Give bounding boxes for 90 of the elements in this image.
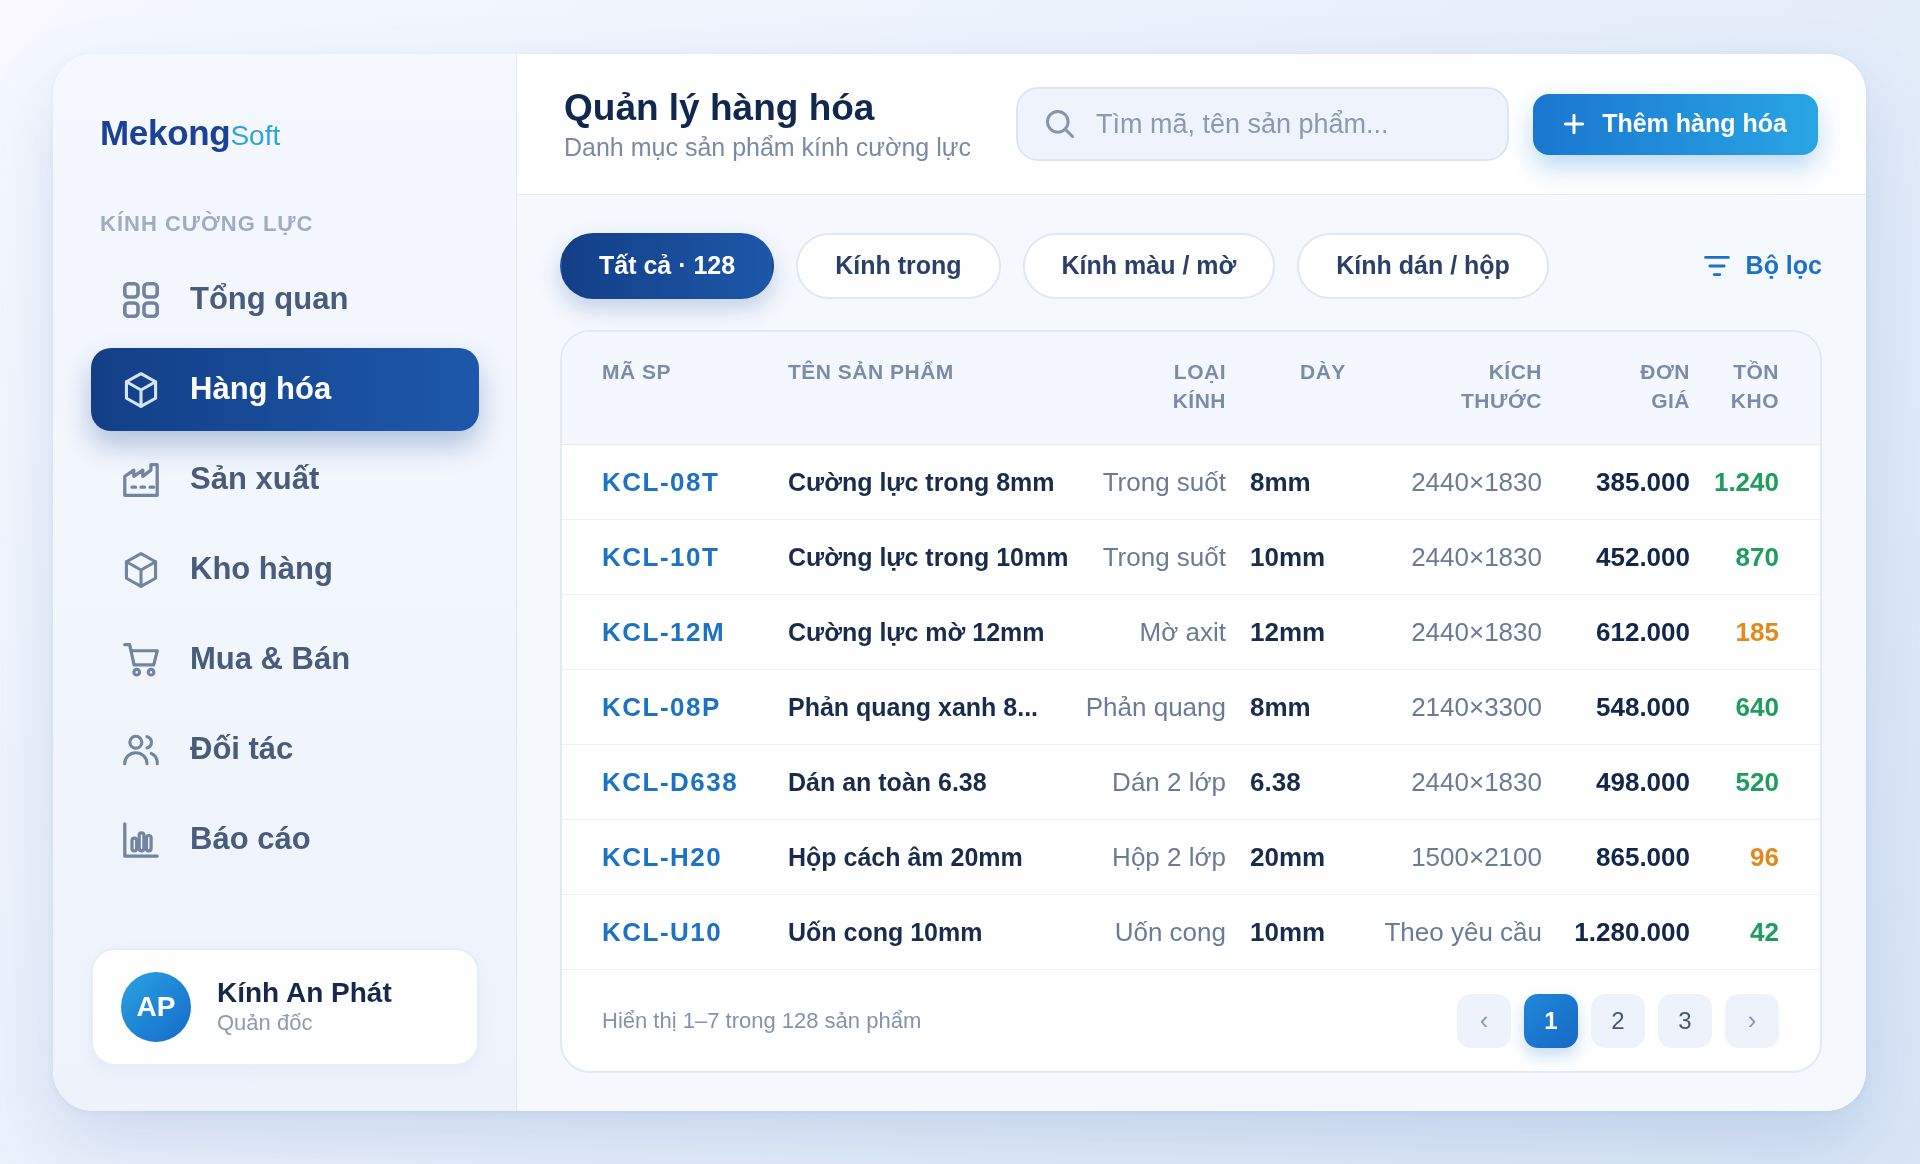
- page-title: Quản lý hàng hóa: [564, 86, 875, 129]
- nav-item[interactable]: Mua & Bán: [91, 618, 479, 701]
- column-header: MÃ SP: [602, 360, 671, 383]
- product-code-link[interactable]: KCL-D638: [602, 766, 739, 797]
- glass-type: Dán 2 lớp: [1112, 766, 1226, 797]
- glass-type: Hộp 2 lớp: [1112, 841, 1226, 872]
- nav-item[interactable]: Kho hàng: [91, 528, 479, 611]
- column-header: TÊN SẢN PHẨM: [788, 360, 954, 383]
- user-name: Kính An Phát: [217, 977, 392, 1009]
- category-tab[interactable]: Kính dán / hộp: [1297, 233, 1549, 299]
- size-value: 2440×1830: [1411, 541, 1542, 572]
- add-product-button[interactable]: Thêm hàng hóa: [1533, 93, 1818, 155]
- thickness-value: 8mm: [1250, 466, 1311, 497]
- plus-icon: [1564, 114, 1585, 134]
- column-header: DÀY: [1300, 359, 1346, 385]
- stock-value: 870: [1735, 541, 1779, 572]
- price-value: 452.000: [1596, 541, 1690, 572]
- column-header: KÍCH THƯỚC: [1461, 359, 1542, 414]
- nav-item[interactable]: Đối tác: [91, 708, 479, 791]
- product-code-link[interactable]: KCL-12M: [602, 616, 726, 647]
- price-value: 612.000: [1596, 616, 1690, 647]
- glass-type: Trong suốt: [1102, 541, 1226, 572]
- section-title: KÍNH CƯỜNG LỰC: [100, 211, 314, 237]
- thickness-value: 10mm: [1250, 916, 1326, 947]
- price-value: 385.000: [1596, 466, 1690, 497]
- size-value: 2440×1830: [1411, 466, 1542, 497]
- product-code-link[interactable]: KCL-U10: [602, 916, 723, 947]
- stock-value: 640: [1735, 691, 1779, 722]
- category-tab[interactable]: Kính màu / mờ: [1022, 233, 1276, 299]
- nav-item[interactable]: Sản xuất: [91, 438, 479, 521]
- pagination-summary: Hiển thị 1–7 trong 128 sản phẩm: [602, 1007, 922, 1035]
- product-code-link[interactable]: KCL-10T: [602, 541, 720, 572]
- factory-icon: [123, 461, 159, 498]
- product-name: Hộp cách âm 20mm: [788, 842, 1023, 871]
- cube-icon: [123, 551, 159, 588]
- stock-value: 1.240: [1713, 466, 1779, 497]
- product-name: Uốn cong 10mm: [788, 917, 983, 946]
- product-name: Dán an toàn 6.38: [788, 767, 987, 796]
- thickness-value: 10mm: [1250, 541, 1326, 572]
- grid-icon: [123, 281, 159, 318]
- product-name: Cường lực trong 10mm: [788, 542, 1069, 571]
- bar-chart-icon: [123, 821, 159, 858]
- glass-type: Phản quang: [1085, 691, 1226, 722]
- product-name: Cường lực trong 8mm: [788, 467, 1055, 496]
- glass-type: Trong suốt: [1102, 466, 1226, 497]
- thickness-value: 12mm: [1250, 616, 1326, 647]
- logo: MekongSoft: [100, 113, 281, 153]
- thickness-value: 20mm: [1250, 841, 1326, 872]
- size-value: 2140×3300: [1411, 691, 1542, 722]
- category-tab[interactable]: Kính trong: [796, 233, 1001, 299]
- stock-value: 42: [1750, 916, 1779, 947]
- product-code-link[interactable]: KCL-08P: [602, 691, 721, 722]
- page-button[interactable]: 2: [1591, 993, 1645, 1048]
- glass-type: Uốn cong: [1114, 916, 1226, 947]
- stock-value: 520: [1735, 766, 1779, 797]
- price-value: 1.280.000: [1574, 916, 1690, 947]
- stock-value: 185: [1735, 616, 1779, 647]
- size-value: 2440×1830: [1411, 766, 1542, 797]
- price-value: 865.000: [1596, 841, 1690, 872]
- page-subtitle: Danh mục sản phẩm kính cường lực: [564, 131, 971, 162]
- cube-icon: [123, 371, 159, 408]
- product-name: Phản quang xanh 8...: [788, 692, 1039, 721]
- column-header: TỒN KHO: [1730, 359, 1779, 414]
- column-header: ĐƠN GIÁ: [1640, 359, 1690, 414]
- cart-icon: [123, 641, 159, 678]
- product-code-link[interactable]: KCL-08T: [602, 466, 720, 497]
- nav-item[interactable]: Hàng hóa: [91, 348, 479, 431]
- column-header: LOẠI KÍNH: [1172, 359, 1226, 414]
- thickness-value: 6.38: [1250, 766, 1301, 797]
- thickness-value: 8mm: [1250, 691, 1311, 722]
- page-button[interactable]: 3: [1658, 993, 1712, 1048]
- price-value: 498.000: [1596, 766, 1690, 797]
- product-name: Cường lực mờ 12mm: [788, 617, 1045, 646]
- size-value: 2440×1830: [1411, 616, 1542, 647]
- user-avatar: AP: [121, 972, 191, 1042]
- size-value: 1500×2100: [1411, 841, 1542, 872]
- filter-icon: [1703, 256, 1730, 276]
- page-button[interactable]: 1: [1524, 993, 1578, 1048]
- nav-item[interactable]: Báo cáo: [91, 798, 479, 881]
- glass-type: Mờ axit: [1139, 616, 1226, 647]
- stock-value: 96: [1750, 841, 1779, 872]
- size-value: Theo yêu cầu: [1384, 916, 1542, 947]
- user-role: Quản đốc: [217, 1009, 314, 1037]
- price-value: 548.000: [1596, 691, 1690, 722]
- search-icon: [1046, 110, 1074, 138]
- filter-button[interactable]: Bộ lọc: [1703, 247, 1822, 285]
- search-field[interactable]: Tìm mã, tên sản phẩm...: [1016, 87, 1509, 161]
- product-code-link[interactable]: KCL-H20: [602, 841, 723, 872]
- category-tab[interactable]: Tất cả · 128: [560, 233, 775, 299]
- nav-item[interactable]: Tổng quan: [91, 258, 479, 341]
